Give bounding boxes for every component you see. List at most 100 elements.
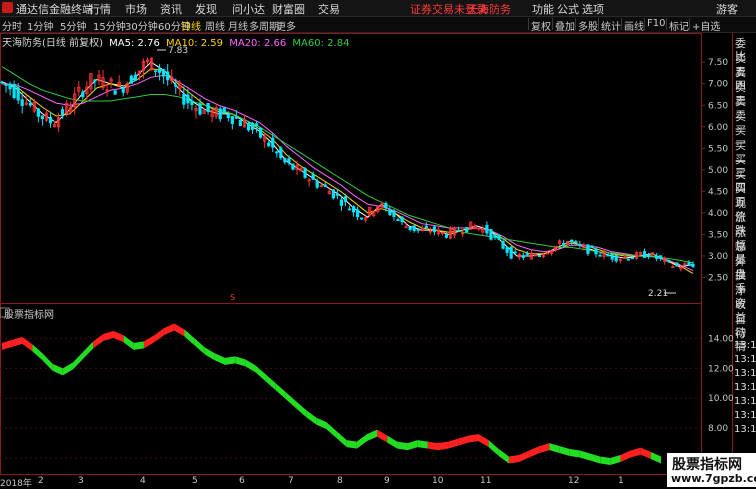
- indicator-segment: [204, 347, 215, 361]
- candle-down: [351, 206, 356, 213]
- ind-y-tick-label: 10.00: [708, 394, 734, 404]
- indicator-segment: [620, 450, 631, 463]
- date-label: 11: [480, 476, 492, 486]
- candle-down: [275, 151, 279, 154]
- indicator-segment: [62, 362, 73, 376]
- candle-down: [691, 263, 695, 268]
- candle-down: [12, 84, 16, 99]
- candle-down: [153, 70, 158, 73]
- tick-time: 13:13: [734, 382, 756, 393]
- candle-down: [493, 234, 497, 238]
- candle-down: [392, 210, 396, 217]
- candle-down: [505, 247, 509, 253]
- high-price-label: 7.83: [168, 46, 188, 56]
- ma10-line: [1, 68, 694, 275]
- candle-down: [113, 90, 117, 95]
- candle-down: [343, 196, 348, 202]
- indicator-segment: [275, 383, 286, 400]
- date-label: 12: [568, 476, 580, 486]
- watermark: 股票指标网 www.7gpzb.com: [667, 453, 756, 487]
- candle-down: [525, 253, 529, 255]
- candle-down: [186, 94, 190, 104]
- indicator-segment: [539, 443, 550, 454]
- candle-down: [279, 147, 283, 159]
- quote-panel: 委比 卖五 卖四 卖三 卖二 卖一 买一 买二 买三 买四 买五 现价 涨跌 涨幅 总量 外盘 换手 净资 收益 自动…: [733, 33, 756, 487]
- candle-down: [20, 99, 24, 106]
- candle-down: [206, 103, 210, 112]
- candle-down: [303, 168, 307, 178]
- indicator-segment: [468, 434, 479, 443]
- candle-down: [218, 108, 222, 120]
- candle-down: [521, 255, 525, 258]
- candle-down: [626, 258, 630, 261]
- date-label: 7: [288, 476, 294, 486]
- candle-down: [267, 142, 271, 147]
- candle-down: [578, 244, 582, 246]
- candle-down: [16, 87, 20, 101]
- candle-down: [323, 184, 327, 188]
- indicator-segment: [225, 356, 236, 365]
- candle-down: [259, 127, 263, 138]
- indicator-segment: [316, 417, 327, 430]
- candle-down: [347, 208, 352, 211]
- indicator-segment: [549, 443, 560, 454]
- date-label: 9: [384, 476, 390, 486]
- candle-down: [166, 71, 170, 81]
- indicator-segment: [437, 441, 449, 451]
- candle-down: [598, 254, 602, 257]
- watermark-url: www.7gpzb.com: [671, 472, 756, 485]
- candle-down: [271, 137, 275, 148]
- y-tick-label: 5.00: [708, 166, 728, 176]
- candle-down: [457, 229, 461, 232]
- indicator-segment: [174, 323, 185, 337]
- indicator-segment: [32, 344, 43, 361]
- indicator-segment: [346, 440, 357, 449]
- candle-down: [339, 199, 344, 206]
- indicator-segment: [529, 446, 540, 458]
- candle-down: [630, 257, 634, 260]
- indicator-segment: [559, 446, 570, 457]
- indicator-segment: [458, 435, 469, 446]
- indicator-segment: [83, 341, 94, 359]
- tick-time: 13:13: [734, 396, 756, 407]
- candle-down: [606, 254, 610, 257]
- candle-down: [315, 180, 319, 188]
- indicator-segment: [184, 329, 195, 346]
- indicator-segment: [498, 449, 509, 464]
- indicator-segment: [478, 434, 489, 448]
- indicator-segment: [640, 447, 651, 460]
- candle-down: [234, 116, 238, 119]
- candle-down: [360, 217, 364, 220]
- indicator-segment: [296, 401, 307, 418]
- watermark-title: 股票指标网: [672, 457, 742, 473]
- indicator-segment: [600, 456, 611, 466]
- indicator-pane-frame: [0, 303, 702, 475]
- candle-down: [28, 102, 32, 106]
- y-tick-label: 6.00: [708, 123, 728, 133]
- y-tick-label: 7.00: [708, 80, 728, 90]
- y-tick-label: 5.50: [708, 144, 728, 154]
- candle-down: [642, 251, 647, 258]
- indicator-segment: [245, 359, 256, 373]
- candle-down: [311, 174, 315, 180]
- chart-canvas[interactable]: 7.50 7.00 6.50 6.00 5.50 5.00 4.50 4.00 3.50 3.00…: [0, 0, 756, 487]
- date-label: 2018年: [0, 479, 32, 489]
- candle-down: [501, 241, 505, 249]
- y-tick-label: 3.50: [708, 230, 728, 240]
- y-tick-label: 3.00: [708, 252, 728, 262]
- candle-down: [513, 251, 517, 254]
- y-tick-label: 4.50: [708, 187, 728, 197]
- candle-down: [586, 244, 590, 254]
- tick-time: 13:14: [734, 410, 756, 421]
- candle-down: [497, 234, 501, 241]
- candle-down: [667, 260, 671, 262]
- candle-down: [8, 83, 12, 90]
- candle-down: [675, 262, 679, 267]
- date-label: 10: [432, 476, 444, 486]
- indicator-segment: [164, 323, 175, 335]
- candle-down: [646, 254, 651, 258]
- indicator-segment: [610, 455, 621, 466]
- indicator-segment: [407, 440, 418, 451]
- candle-down: [182, 94, 186, 105]
- candle-down: [291, 163, 295, 170]
